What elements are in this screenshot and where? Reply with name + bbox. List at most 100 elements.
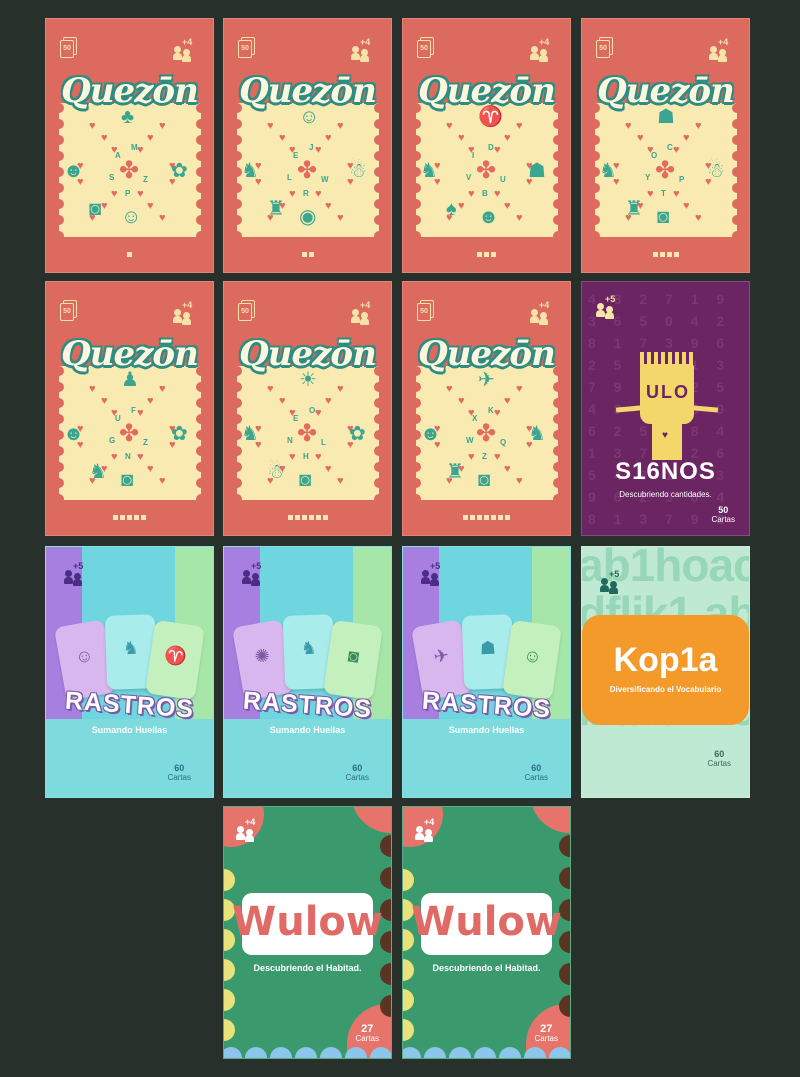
heart-icon: ♥: [147, 200, 154, 212]
rastros-card[interactable]: +5 ☺ ♞ ♈ RASTROS Sumando Huellas 60 Cartas: [45, 546, 214, 798]
players-count: +4: [360, 37, 371, 47]
scallop-shape: [196, 135, 206, 145]
animal-symbol-icon: ☗: [528, 160, 546, 182]
scallop-shape: [232, 119, 242, 129]
wulow-card[interactable]: +4 Wulow Descubriendo el Habitad. 27 Cartas: [402, 806, 571, 1059]
frog-icon: ☺: [522, 644, 544, 668]
deck-count: 50: [60, 40, 74, 58]
scallop-shape: [54, 231, 64, 241]
dot: [484, 515, 489, 520]
deck-icon: 50: [238, 37, 255, 58]
scallop-shape: [732, 135, 742, 145]
heart-icon: ♥: [267, 120, 274, 132]
player-body-icon: [173, 53, 182, 60]
scallop-shape: [196, 414, 206, 424]
heart-icon: ♥: [159, 475, 166, 487]
dot-indicator: [403, 507, 570, 525]
heart-icon: ♥: [637, 132, 644, 144]
heart-icon: ♥: [147, 395, 154, 407]
heart-icon: ♥: [446, 383, 453, 395]
rastros-card[interactable]: +5 ✈ ☗ ☺ RASTROS Sumando Huellas 60 Cartas: [402, 546, 571, 798]
letter-label: A: [115, 151, 121, 160]
clover-icon: ✤: [655, 157, 676, 184]
letter-label: R: [303, 189, 309, 198]
scallop-shape: [374, 494, 384, 504]
card-count: 60 Cartas: [167, 763, 191, 783]
letter-label: O: [651, 151, 658, 160]
letter-label: M: [131, 143, 138, 152]
player-head-icon: [416, 826, 423, 833]
card-count: 27 Cartas: [534, 1024, 558, 1044]
heart-icon: ♥: [325, 132, 332, 144]
letter-label: Z: [143, 438, 148, 447]
letter-label: O: [309, 406, 316, 415]
players-count: +4: [539, 37, 550, 47]
animal-symbol-icon: ◙: [478, 469, 491, 491]
animal-symbol-icon: ♠: [446, 198, 457, 220]
letter-label: X: [472, 414, 478, 423]
heart-icon: ♥: [458, 132, 465, 144]
quezon-card[interactable]: 50 +4 ♥ ♥ ♥ ♥ ♥ ♥ ♥ ♥ ♥ ♥ ♥ ♥ ♥ ♥ ♥ ♥ ✤ ☗ ♞ ☃ ♜ ◙ C O Y T P Quezōn: [581, 18, 750, 273]
scallop-shape: [54, 183, 64, 193]
animal-symbol-icon: ♞: [89, 461, 107, 483]
scallop-shape: [54, 199, 64, 209]
letter-label: L: [287, 173, 292, 182]
scallop-shape: [553, 382, 563, 392]
scallop-shape: [411, 398, 421, 408]
heart-icon: ♥: [315, 451, 322, 463]
dot: [491, 252, 496, 257]
player-body-icon: [64, 577, 73, 584]
quezon-card[interactable]: 50 +4 ♥ ♥ ♥ ♥ ♥ ♥ ♥ ♥ ♥ ♥ ♥ ♥ ♥ ♥ ♥ ♥ ✤ ♣ ☻ ✿ ◙ ☺ M A S P Z Quezōn: [45, 18, 214, 273]
players-count: +4: [245, 817, 256, 827]
quezon-card[interactable]: 50 +4 ♥ ♥ ♥ ♥ ♥ ♥ ♥ ♥ ♥ ♥ ♥ ♥ ♥ ♥ ♥ ♥ ✤ ♟ ☻ ✿ ♞ ◙ F U G N Z Quezōn: [45, 281, 214, 536]
scallop-shape: [54, 398, 64, 408]
wulow-card[interactable]: +4 Wulow Descubriendo el Habitad. 27 Cartas: [223, 806, 392, 1059]
kopia-card[interactable]: ab1hoac dflik1 ab1hotrus lztab1ho+5Kop1a…: [581, 546, 750, 798]
animal-symbol-icon: ♞: [241, 160, 259, 182]
heart-icon: ♥: [137, 188, 144, 200]
signos-card[interactable]: 4 8 2 7 1 9 3 6 5 0 4 2 8 1 7 3 9 6 2 5 …: [581, 281, 750, 536]
card-title: Quezōn: [61, 71, 199, 111]
scallop-shape: [411, 183, 421, 193]
heart-icon: ♥: [147, 463, 154, 475]
quezon-card[interactable]: 50 +4 ♥ ♥ ♥ ♥ ♥ ♥ ♥ ♥ ♥ ♥ ♥ ♥ ♥ ♥ ♥ ♥ ✤ ☺ ♞ ☃ ♜ ◉ J E L R W Quezōn: [223, 18, 392, 273]
players-count: +5: [609, 569, 620, 579]
quezon-card[interactable]: 50 +4 ♥ ♥ ♥ ♥ ♥ ♥ ♥ ♥ ♥ ♥ ♥ ♥ ♥ ♥ ♥ ♥ ✤ ☀ ♞ ✿ ☃ ◙ O E N H L Quezōn: [223, 281, 392, 536]
quezon-card[interactable]: 50 +4 ♥ ♥ ♥ ♥ ♥ ♥ ♥ ♥ ♥ ♥ ♥ ♥ ♥ ♥ ♥ ♥ ✤ ✈ ☻ ♞ ♜ ◙ K X W Z Q Quezōn: [402, 281, 571, 536]
deck-icon: 50: [417, 300, 434, 321]
card-count: 60 Cartas: [345, 763, 369, 783]
rastros-card[interactable]: +5 ✺ ♞ ◙ RASTROS Sumando Huellas 60 Cartas: [223, 546, 392, 798]
blue-circle: [424, 1047, 446, 1058]
player-body-icon: [251, 579, 260, 586]
animal-symbol-icon: ☃: [707, 160, 725, 182]
scallop-shape: [232, 382, 242, 392]
heart-icon: ♥: [137, 407, 144, 419]
scallop-shape: [411, 199, 421, 209]
blue-circle: [270, 1047, 292, 1058]
blue-circle: [499, 1047, 521, 1058]
player-head-icon: [597, 303, 604, 310]
animal-symbol-icon: ☺: [121, 206, 142, 228]
dot: [141, 515, 146, 520]
scallop-shape: [553, 183, 563, 193]
mini-card: ◙: [323, 619, 383, 701]
card-panel: ♥ ♥ ♥ ♥ ♥ ♥ ♥ ♥ ♥ ♥ ♥ ♥ ♥ ♥ ♥ ♥ ✤ ☺ ♞ ☃ ♜ ◉ J E L R W: [232, 103, 384, 241]
scallop-shape: [374, 398, 384, 408]
heart-icon: ♥: [468, 451, 475, 463]
card-count-label: Cartas: [711, 515, 735, 524]
dot: [308, 252, 314, 257]
letter-label: F: [131, 406, 136, 415]
heart-icon: ♥: [315, 188, 322, 200]
heart-icon: ♥: [446, 120, 453, 132]
card-panel: ♥ ♥ ♥ ♥ ♥ ♥ ♥ ♥ ♥ ♥ ♥ ♥ ♥ ♥ ♥ ♥ ✤ ✈ ☻ ♞ ♜ ◙ K X W Z Q: [411, 366, 563, 504]
deck-icon: 50: [596, 37, 613, 58]
card-count-number: 60: [352, 763, 363, 773]
scallop-shape: [732, 151, 742, 161]
scallop-shape: [553, 478, 563, 488]
player-body-icon: [415, 833, 424, 840]
quezon-card[interactable]: 50 +4 ♥ ♥ ♥ ♥ ♥ ♥ ♥ ♥ ♥ ♥ ♥ ♥ ♥ ♥ ♥ ♥ ✤ ♈ ♞ ☗ ♠ ☻ D I V B U Quezōn: [402, 18, 571, 273]
letter-label: N: [287, 436, 293, 445]
scallop-shape: [411, 462, 421, 472]
players-count: +5: [73, 561, 84, 571]
heart-icon: ♥: [325, 463, 332, 475]
